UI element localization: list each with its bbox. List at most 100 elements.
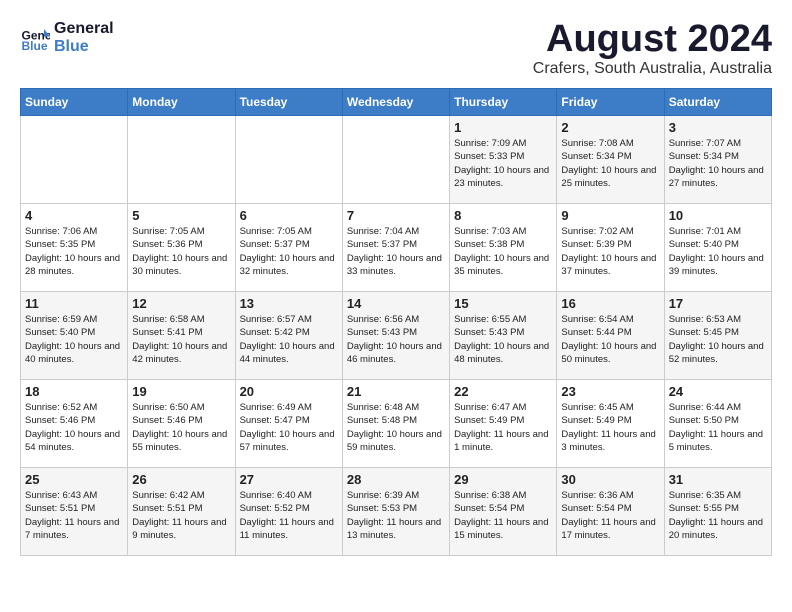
day-number: 26	[132, 472, 230, 487]
title-block: August 2024 Crafers, South Australia, Au…	[533, 20, 772, 78]
calendar-cell: 2 Sunrise: 7:08 AM Sunset: 5:34 PM Daylig…	[557, 116, 664, 204]
calendar-cell: 6 Sunrise: 7:05 AM Sunset: 5:37 PM Daylig…	[235, 204, 342, 292]
day-number: 14	[347, 296, 445, 311]
weekday-header-wednesday: Wednesday	[342, 89, 449, 116]
day-number: 3	[669, 120, 767, 135]
logo-icon: General Blue	[20, 23, 50, 53]
calendar-cell: 29Sunrise: 6:38 AM Sunset: 5:54 PM Dayli…	[450, 468, 557, 556]
cell-content: Sunrise: 6:57 AM Sunset: 5:42 PM Dayligh…	[240, 313, 338, 366]
calendar-cell: 7Sunrise: 7:04 AM Sunset: 5:37 PM Daylig…	[342, 204, 449, 292]
calendar-cell: 16Sunrise: 6:54 AM Sunset: 5:44 PM Dayli…	[557, 292, 664, 380]
day-number: 2	[561, 120, 659, 135]
cell-content: Sunrise: 6:50 AM Sunset: 5:46 PM Dayligh…	[132, 401, 230, 454]
day-number: 31	[669, 472, 767, 487]
cell-content: Sunrise: 6:44 AM Sunset: 5:50 PM Dayligh…	[669, 401, 767, 454]
calendar-cell: 9Sunrise: 7:02 AM Sunset: 5:39 PM Daylig…	[557, 204, 664, 292]
cell-content: Sunrise: 6:49 AM Sunset: 5:47 PM Dayligh…	[240, 401, 338, 454]
day-number: 1	[454, 120, 552, 135]
calendar-cell: 18 Sunrise: 6:52 AM Sunset: 5:46 PM Dayli…	[21, 380, 128, 468]
calendar-cell: 22Sunrise: 6:47 AM Sunset: 5:49 PM Dayli…	[450, 380, 557, 468]
calendar-cell: 5Sunrise: 7:05 AM Sunset: 5:36 PM Daylig…	[128, 204, 235, 292]
day-number: 21	[347, 384, 445, 399]
day-number: 20	[240, 384, 338, 399]
cell-content: Sunrise: 7:05 AM Sunset: 5:36 PM Dayligh…	[132, 225, 230, 278]
cell-content: Sunrise: 6:59 AM Sunset: 5:40 PM Dayligh…	[25, 313, 123, 366]
day-number: 27	[240, 472, 338, 487]
calendar-week-row: 25 Sunrise: 6:43 AM Sunset: 5:51 PM Dayli…	[21, 468, 772, 556]
calendar-cell	[342, 116, 449, 204]
day-number: 23	[561, 384, 659, 399]
weekday-header-thursday: Thursday	[450, 89, 557, 116]
calendar-cell: 3 Sunrise: 7:07 AM Sunset: 5:34 PM Daylig…	[664, 116, 771, 204]
weekday-header-monday: Monday	[128, 89, 235, 116]
cell-content: Sunrise: 6:53 AM Sunset: 5:45 PM Dayligh…	[669, 313, 767, 366]
calendar-cell: 4 Sunrise: 7:06 AM Sunset: 5:35 PM Daylig…	[21, 204, 128, 292]
cell-content: Sunrise: 6:48 AM Sunset: 5:48 PM Dayligh…	[347, 401, 445, 454]
month-year-title: August 2024	[533, 20, 772, 58]
weekday-header-sunday: Sunday	[21, 89, 128, 116]
cell-content: Sunrise: 7:06 AM Sunset: 5:35 PM Dayligh…	[25, 225, 123, 278]
day-number: 18	[25, 384, 123, 399]
day-number: 16	[561, 296, 659, 311]
cell-content: Sunrise: 6:42 AM Sunset: 5:51 PM Dayligh…	[132, 489, 230, 542]
cell-content: Sunrise: 6:38 AM Sunset: 5:54 PM Dayligh…	[454, 489, 552, 542]
day-number: 24	[669, 384, 767, 399]
cell-content: Sunrise: 6:39 AM Sunset: 5:53 PM Dayligh…	[347, 489, 445, 542]
weekday-header-tuesday: Tuesday	[235, 89, 342, 116]
day-number: 11	[25, 296, 123, 311]
day-number: 15	[454, 296, 552, 311]
calendar-cell: 19 Sunrise: 6:50 AM Sunset: 5:46 PM Dayli…	[128, 380, 235, 468]
day-number: 8	[454, 208, 552, 223]
cell-content: Sunrise: 7:03 AM Sunset: 5:38 PM Dayligh…	[454, 225, 552, 278]
logo: General Blue General Blue	[20, 20, 114, 56]
calendar-cell	[235, 116, 342, 204]
calendar-cell	[21, 116, 128, 204]
day-number: 30	[561, 472, 659, 487]
cell-content: Sunrise: 6:55 AM Sunset: 5:43 PM Dayligh…	[454, 313, 552, 366]
page-header: General Blue General Blue August 2024 Cr…	[20, 20, 772, 78]
calendar-table: SundayMondayTuesdayWednesdayThursdayFrid…	[20, 88, 772, 556]
weekday-header-row: SundayMondayTuesdayWednesdayThursdayFrid…	[21, 89, 772, 116]
calendar-cell: 26 Sunrise: 6:42 AM Sunset: 5:51 PM Dayli…	[128, 468, 235, 556]
cell-content: Sunrise: 6:43 AM Sunset: 5:51 PM Dayligh…	[25, 489, 123, 542]
calendar-week-row: 18 Sunrise: 6:52 AM Sunset: 5:46 PM Dayli…	[21, 380, 772, 468]
cell-content: Sunrise: 6:40 AM Sunset: 5:52 PM Dayligh…	[240, 489, 338, 542]
day-number: 12	[132, 296, 230, 311]
calendar-cell: 23 Sunrise: 6:45 AM Sunset: 5:49 PM Dayli…	[557, 380, 664, 468]
calendar-cell: 10 Sunrise: 7:01 AM Sunset: 5:40 PM Dayli…	[664, 204, 771, 292]
day-number: 25	[25, 472, 123, 487]
weekday-header-saturday: Saturday	[664, 89, 771, 116]
calendar-cell: 8 Sunrise: 7:03 AM Sunset: 5:38 PM Daylig…	[450, 204, 557, 292]
cell-content: Sunrise: 6:35 AM Sunset: 5:55 PM Dayligh…	[669, 489, 767, 542]
cell-content: Sunrise: 6:56 AM Sunset: 5:43 PM Dayligh…	[347, 313, 445, 366]
calendar-cell: 21 Sunrise: 6:48 AM Sunset: 5:48 PM Dayli…	[342, 380, 449, 468]
day-number: 6	[240, 208, 338, 223]
day-number: 7	[347, 208, 445, 223]
day-number: 19	[132, 384, 230, 399]
cell-content: Sunrise: 6:45 AM Sunset: 5:49 PM Dayligh…	[561, 401, 659, 454]
cell-content: Sunrise: 7:01 AM Sunset: 5:40 PM Dayligh…	[669, 225, 767, 278]
calendar-cell: 30Sunrise: 6:36 AM Sunset: 5:54 PM Dayli…	[557, 468, 664, 556]
svg-text:Blue: Blue	[22, 39, 48, 53]
calendar-cell: 17Sunrise: 6:53 AM Sunset: 5:45 PM Dayli…	[664, 292, 771, 380]
day-number: 9	[561, 208, 659, 223]
day-number: 22	[454, 384, 552, 399]
calendar-cell: 20 Sunrise: 6:49 AM Sunset: 5:47 PM Dayli…	[235, 380, 342, 468]
day-number: 13	[240, 296, 338, 311]
cell-content: Sunrise: 7:05 AM Sunset: 5:37 PM Dayligh…	[240, 225, 338, 278]
calendar-week-row: 11 Sunrise: 6:59 AM Sunset: 5:40 PM Dayli…	[21, 292, 772, 380]
calendar-week-row: 1Sunrise: 7:09 AM Sunset: 5:33 PM Daylig…	[21, 116, 772, 204]
logo-general: General	[54, 20, 114, 38]
calendar-cell: 11 Sunrise: 6:59 AM Sunset: 5:40 PM Dayli…	[21, 292, 128, 380]
logo-blue: Blue	[54, 38, 114, 56]
cell-content: Sunrise: 6:52 AM Sunset: 5:46 PM Dayligh…	[25, 401, 123, 454]
cell-content: Sunrise: 7:08 AM Sunset: 5:34 PM Dayligh…	[561, 137, 659, 190]
calendar-week-row: 4 Sunrise: 7:06 AM Sunset: 5:35 PM Daylig…	[21, 204, 772, 292]
calendar-cell: 28Sunrise: 6:39 AM Sunset: 5:53 PM Dayli…	[342, 468, 449, 556]
calendar-cell	[128, 116, 235, 204]
weekday-header-friday: Friday	[557, 89, 664, 116]
calendar-cell: 15 Sunrise: 6:55 AM Sunset: 5:43 PM Dayli…	[450, 292, 557, 380]
cell-content: Sunrise: 7:07 AM Sunset: 5:34 PM Dayligh…	[669, 137, 767, 190]
day-number: 10	[669, 208, 767, 223]
day-number: 4	[25, 208, 123, 223]
